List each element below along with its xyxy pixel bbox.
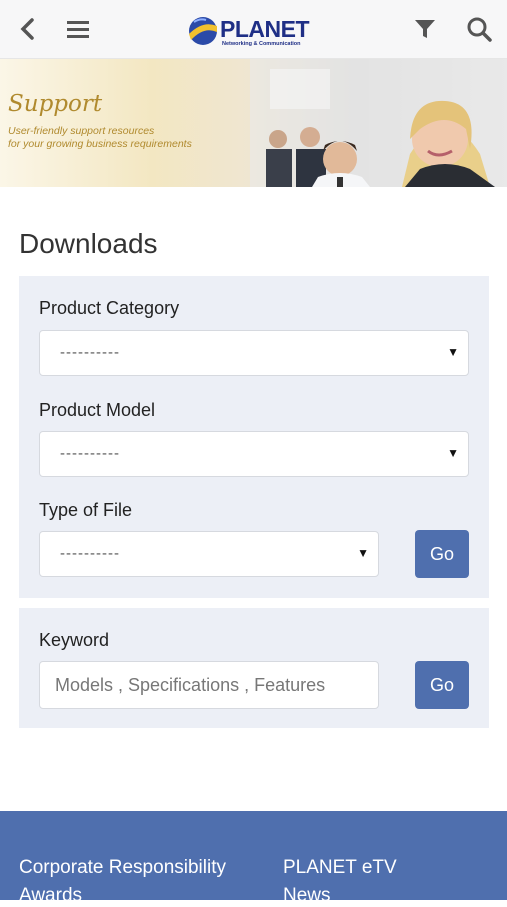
banner-subtitle: User-friendly support resources for your…: [8, 125, 192, 151]
banner-subtitle-line-1: User-friendly support resources: [8, 125, 155, 137]
product-model-value: ----------: [60, 445, 120, 462]
logo-text: PLANET: [220, 16, 310, 42]
type-of-file-select[interactable]: ---------- ▼: [39, 531, 379, 577]
keyword-label: Keyword: [39, 630, 110, 650]
footer-link-planet-etv[interactable]: PLANET eTV: [283, 857, 397, 879]
chevron-left-icon[interactable]: [12, 14, 42, 44]
planet-logo[interactable]: PLANET Networking & Communication: [186, 14, 310, 50]
keyword-go-button[interactable]: Go: [415, 661, 469, 709]
footer: Corporate Responsibility PLANET eTV Awar…: [0, 811, 507, 906]
footer-link-news[interactable]: News: [283, 885, 331, 907]
search-icon[interactable]: [464, 14, 494, 44]
footer-link-corporate-responsibility[interactable]: Corporate Responsibility: [19, 857, 226, 879]
banner-subtitle-line-2: for your growing business requirements: [8, 138, 192, 150]
type-of-file-label: Type of File: [39, 500, 133, 520]
support-banner: Support User-friendly support resources …: [0, 59, 507, 187]
keyword-input[interactable]: Models , Specifications , Features: [39, 661, 379, 709]
filter-go-button[interactable]: Go: [415, 530, 469, 578]
dropdown-arrow-icon: ▼: [447, 446, 459, 460]
product-category-label: Product Category: [39, 298, 180, 318]
product-category-select[interactable]: ---------- ▼: [39, 330, 469, 376]
dropdown-arrow-icon: ▼: [357, 546, 369, 560]
product-model-select[interactable]: ---------- ▼: [39, 431, 469, 477]
product-category-value: ----------: [60, 344, 120, 361]
page-title: Downloads: [19, 228, 158, 259]
product-model-label: Product Model: [39, 400, 156, 420]
footer-link-awards[interactable]: Awards: [19, 885, 82, 907]
logo-tagline: Networking & Communication: [222, 41, 301, 47]
dropdown-arrow-icon: ▼: [447, 345, 459, 359]
banner-title: Support: [8, 91, 103, 117]
support-agents-image: [250, 59, 507, 187]
top-navigation-bar: PLANET Networking & Communication: [0, 0, 507, 59]
keyword-search-panel: Keyword Models , Specifications , Featur…: [19, 608, 489, 728]
hamburger-menu-icon[interactable]: [63, 14, 93, 44]
filter-icon[interactable]: [410, 14, 440, 44]
type-of-file-value: ----------: [60, 545, 120, 562]
download-filter-panel: Product Category ---------- ▼ Product Mo…: [19, 276, 489, 598]
globe-icon: [189, 17, 217, 45]
keyword-placeholder: Models , Specifications , Features: [55, 675, 326, 695]
